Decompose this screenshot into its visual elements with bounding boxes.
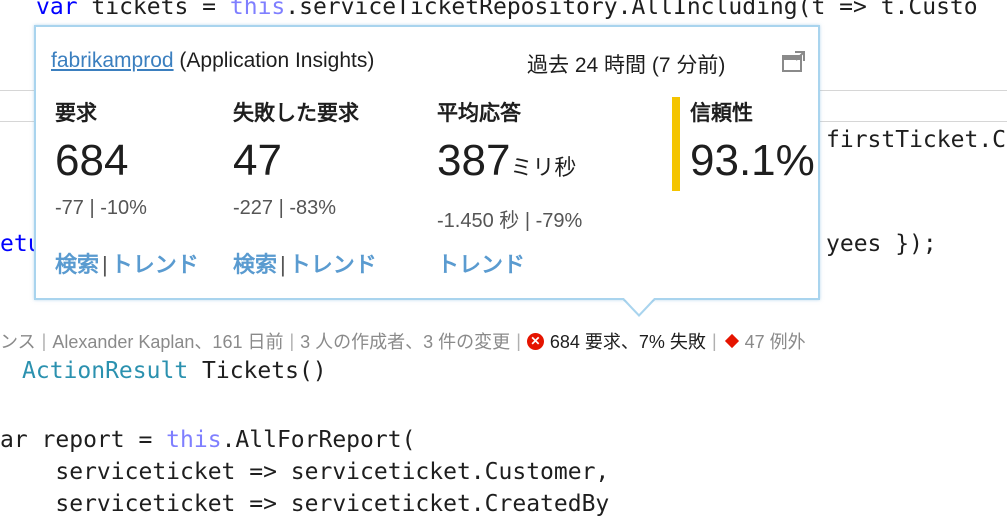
metric-unit: ミリ秒 <box>510 155 577 180</box>
codelens-author[interactable]: Alexander Kaplan、161 日前 <box>52 328 283 354</box>
metric-failed-requests: 失敗した要求 47 -227 | -83% <box>233 97 359 220</box>
popup-tail-inner <box>622 296 656 314</box>
exception-diamond-icon <box>724 333 739 349</box>
reliability-indicator-bar <box>672 97 680 191</box>
failed-links: 検索 | トレンド <box>233 252 377 277</box>
metric-delta: -77 | -10% <box>55 197 147 219</box>
codelens-bar: ンス | Alexander Kaplan、161 日前 | 3 人の作成者、3… <box>0 328 806 354</box>
metric-delta: -1.450 秒 | -79% <box>437 210 583 232</box>
code-line-createdby: serviceticket => serviceticket.CreatedBy <box>0 491 610 517</box>
requests-links: 検索 | トレンド <box>55 252 199 277</box>
metric-value: 93.1% <box>690 136 815 185</box>
code-line-method: ActionResult Tickets() <box>22 358 327 384</box>
trend-link[interactable]: トレンド <box>111 252 199 277</box>
metric-avg-response: 平均応答 387ミリ秒 -1.450 秒 | -79% <box>437 97 582 233</box>
code-line-report: ar report = this.AllForReport( <box>0 427 416 453</box>
codelens-changes[interactable]: 3 人の作成者、3 件の変更 <box>300 328 510 354</box>
open-external-icon[interactable] <box>782 51 806 73</box>
avg-links: トレンド <box>437 247 525 279</box>
code-fragment: firstTicket.C <box>826 127 1007 153</box>
code-line-customer: serviceticket => serviceticket.Customer, <box>0 459 610 485</box>
code-line-tickets: var tickets = this.serviceTicketReposito… <box>36 0 978 20</box>
search-link[interactable]: 検索 <box>55 252 99 277</box>
app-insights-popup: fabrikamprod (Application Insights) 過去 2… <box>34 25 820 300</box>
metric-value: 684 <box>55 136 129 185</box>
error-icon: ✕ <box>526 332 544 350</box>
metric-reliability: 信頼性 93.1% <box>690 97 815 185</box>
metric-title: 信頼性 <box>690 102 753 125</box>
codelens-fragment: ンス <box>0 332 36 352</box>
codelens-exceptions[interactable]: 47 例外 <box>745 328 806 354</box>
metric-title: 平均応答 <box>437 102 521 125</box>
codelens-requests[interactable]: 684 要求、7% 失敗 <box>550 328 706 354</box>
metric-value: 47 <box>233 136 282 185</box>
trend-link[interactable]: トレンド <box>289 252 377 277</box>
metric-value: 387ミリ秒 <box>437 136 577 185</box>
trend-link[interactable]: トレンド <box>437 252 525 277</box>
code-fragment: yees }); <box>826 231 937 257</box>
search-link[interactable]: 検索 <box>233 252 277 277</box>
metric-title: 要求 <box>55 102 97 125</box>
app-source-label: (Application Insights) <box>173 49 375 72</box>
popup-header: fabrikamprod (Application Insights) <box>51 49 374 73</box>
metric-delta: -227 | -83% <box>233 197 337 219</box>
metric-requests: 要求 684 -77 | -10% <box>55 97 147 220</box>
time-range: 過去 24 時間 (7 分前) <box>527 54 726 77</box>
app-link[interactable]: fabrikamprod <box>51 49 174 72</box>
metric-title: 失敗した要求 <box>233 102 359 125</box>
